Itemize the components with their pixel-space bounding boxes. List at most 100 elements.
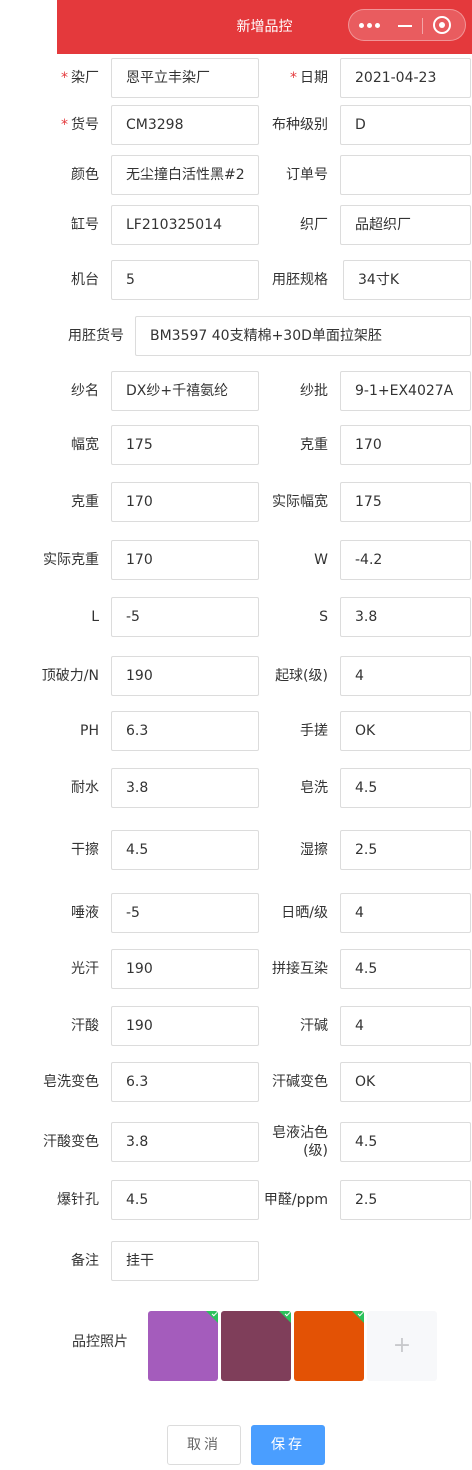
miniprogram-capsule: [348, 9, 466, 41]
light-sweat-input[interactable]: 190: [111, 949, 259, 989]
item-no-input[interactable]: CM3298: [111, 105, 259, 145]
ph-label: PH: [80, 723, 99, 739]
weave-factory-input[interactable]: 品超织厂: [340, 205, 471, 245]
pilling-input[interactable]: 4: [340, 656, 471, 696]
splice-stain-label: 拼接互染: [272, 961, 328, 977]
date-input[interactable]: 2021-04-23: [340, 58, 471, 98]
width-input[interactable]: 175: [111, 425, 259, 465]
color-input[interactable]: 无尘撞白活性黑#2: [111, 155, 259, 195]
dry-rub-label: 干擦: [71, 842, 99, 858]
machine-label: 机台: [71, 272, 99, 288]
gram-weight-2-input[interactable]: 170: [111, 482, 259, 522]
check-icon: [206, 1311, 218, 1323]
color-label: 颜色: [71, 167, 99, 183]
greige-item-no-label: 用胚货号: [68, 328, 124, 344]
item-no-label: * 货号: [61, 117, 99, 133]
burst-input[interactable]: 190: [111, 656, 259, 696]
acid-sweat-label: 汗酸: [71, 1018, 99, 1034]
splice-stain-input[interactable]: 4.5: [340, 949, 471, 989]
actual-width-input[interactable]: 175: [340, 482, 471, 522]
close-icon[interactable]: [433, 16, 451, 34]
yarn-batch-input[interactable]: 9-1+EX4027A: [340, 371, 471, 411]
yarn-name-label: 纱名: [71, 383, 99, 399]
burst-label: 顶破力/N: [41, 668, 99, 684]
photo-thumb[interactable]: [294, 1311, 364, 1381]
dry-rub-input[interactable]: 4.5: [111, 830, 259, 870]
w-input[interactable]: -4.2: [340, 540, 471, 580]
greige-spec-label: 用胚规格: [272, 272, 328, 288]
pilling-label: 起球(级): [275, 668, 328, 684]
formaldehyde-label: 甲醛/ppm: [263, 1192, 328, 1208]
actual-gram-label: 实际克重: [43, 552, 99, 568]
photo-thumb[interactable]: [221, 1311, 291, 1381]
check-icon: [352, 1311, 364, 1323]
alkali-sweat-label: 汗碱: [300, 1018, 328, 1034]
check-icon: [279, 1311, 291, 1323]
soap-wash-input[interactable]: 4.5: [340, 768, 471, 808]
hand-rub-input[interactable]: OK: [340, 711, 471, 751]
yarn-name-input[interactable]: DX纱+千禧氨纶: [111, 371, 259, 411]
nav-header: 新增品控: [57, 0, 472, 54]
acid-sweat-input[interactable]: 190: [111, 1006, 259, 1046]
order-no-input[interactable]: [340, 155, 471, 195]
l-input[interactable]: -5: [111, 597, 259, 637]
needle-hole-input[interactable]: 4.5: [111, 1180, 259, 1220]
hand-rub-label: 手搓: [300, 723, 328, 739]
greige-item-no-input[interactable]: BM3597 40支精棉+30D单面拉架胚: [135, 316, 471, 356]
soap-color-change-input[interactable]: 6.3: [111, 1062, 259, 1102]
dye-factory-label: * 染厂: [61, 70, 99, 86]
required-mark: *: [61, 117, 68, 133]
actual-gram-input[interactable]: 170: [111, 540, 259, 580]
alkali-color-change-input[interactable]: OK: [340, 1062, 471, 1102]
order-no-label: 订单号: [286, 167, 328, 183]
remark-input[interactable]: 挂干: [111, 1241, 259, 1281]
greige-spec-input[interactable]: 34寸K: [343, 260, 471, 300]
s-input[interactable]: 3.8: [340, 597, 471, 637]
fabric-grade-input[interactable]: D: [340, 105, 471, 145]
dye-factory-input[interactable]: 恩平立丰染厂: [111, 58, 259, 98]
sunlight-input[interactable]: 4: [340, 893, 471, 933]
required-mark: *: [61, 70, 68, 86]
formaldehyde-input[interactable]: 2.5: [340, 1180, 471, 1220]
l-label: L: [91, 609, 99, 625]
remark-label: 备注: [71, 1253, 99, 1269]
soap-color-change-label: 皂洗变色: [43, 1074, 99, 1090]
yarn-batch-label: 纱批: [300, 383, 328, 399]
needle-hole-label: 爆针孔: [57, 1192, 99, 1208]
wet-rub-label: 湿擦: [300, 842, 328, 858]
width-label: 幅宽: [71, 437, 99, 453]
saliva-label: 唾液: [71, 905, 99, 921]
water-input[interactable]: 3.8: [111, 768, 259, 808]
date-label: * 日期: [290, 70, 328, 86]
add-photo-button[interactable]: +: [367, 1311, 437, 1381]
light-sweat-label: 光汗: [71, 961, 99, 977]
gram-weight-label: 克重: [300, 437, 328, 453]
gram-weight-2-label: 克重: [71, 494, 99, 510]
saliva-input[interactable]: -5: [111, 893, 259, 933]
water-label: 耐水: [71, 780, 99, 796]
more-icon[interactable]: [359, 22, 383, 30]
plus-icon: +: [392, 1333, 412, 1358]
actual-width-label: 实际幅宽: [272, 494, 328, 510]
sunlight-label: 日晒/级: [281, 905, 328, 921]
photos-label: 品控照片: [72, 1334, 128, 1350]
acid-color-change-input[interactable]: 3.8: [111, 1122, 259, 1162]
cancel-button[interactable]: 取消: [167, 1425, 241, 1465]
acid-color-change-label: 汗酸变色: [43, 1134, 99, 1150]
wet-rub-input[interactable]: 2.5: [340, 830, 471, 870]
minimize-icon[interactable]: [398, 25, 412, 27]
s-label: S: [319, 609, 328, 625]
ph-input[interactable]: 6.3: [111, 711, 259, 751]
gram-weight-input[interactable]: 170: [340, 425, 471, 465]
vat-no-label: 缸号: [71, 217, 99, 233]
vat-no-input[interactable]: LF210325014: [111, 205, 259, 245]
alkali-color-change-label: 汗碱变色: [272, 1074, 328, 1090]
required-mark: *: [290, 70, 297, 86]
fabric-grade-label: 布种级别: [272, 117, 328, 133]
machine-input[interactable]: 5: [111, 260, 259, 300]
w-label: W: [314, 552, 328, 568]
alkali-sweat-input[interactable]: 4: [340, 1006, 471, 1046]
save-button[interactable]: 保存: [251, 1425, 325, 1465]
photo-thumb[interactable]: [148, 1311, 218, 1381]
soap-stain-input[interactable]: 4.5: [340, 1122, 471, 1162]
